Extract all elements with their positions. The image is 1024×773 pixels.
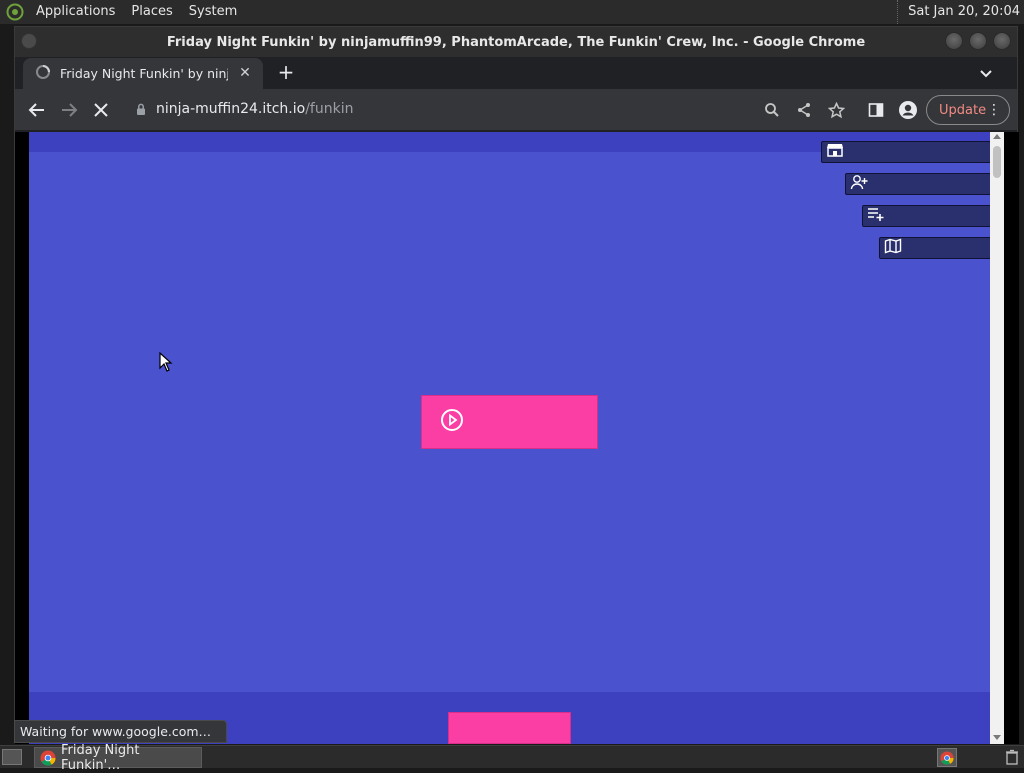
follow-button[interactable] [845,173,991,195]
trash-icon[interactable] [1005,749,1019,765]
clock[interactable]: Sat Jan 20, 20:04 [897,0,1020,24]
scroll-up-arrow-icon[interactable] [993,134,1001,139]
devlog-icon [884,238,902,258]
zoom-search-icon[interactable] [762,100,782,120]
maximize-button[interactable] [969,32,987,50]
profile-avatar-icon[interactable] [898,100,918,120]
tab-active[interactable]: Friday Night Funkin' by ninjamuffin99 ✕ [23,58,263,89]
tab-loading-icon [35,64,51,83]
forward-arrow-icon[interactable] [59,100,79,120]
tab-title: Friday Night Funkin' by ninjamuffin99 [60,66,228,81]
tab-close-icon[interactable]: ✕ [237,65,253,81]
window-menu-button[interactable] [21,33,37,49]
window-title: Friday Night Funkin' by ninjamuffin99, P… [166,34,866,50]
close-window-button[interactable] [993,32,1011,50]
taskbar-task-label: Friday Night Funkin'… [61,742,140,773]
address-bar[interactable]: ninja-muffin24.itch.io/funkin [125,94,795,126]
devlog-button[interactable] [879,237,991,259]
vertical-scrollbar[interactable] [990,132,1004,744]
page-viewport[interactable] [15,132,1019,744]
side-panel-icon[interactable] [866,100,886,120]
chrome-window: Friday Night Funkin' by ninjamuffin99, P… [14,26,1019,744]
new-tab-button[interactable]: + [275,62,297,84]
add-to-collection-button[interactable] [862,205,991,227]
stop-loading-icon[interactable] [91,100,111,120]
run-game-button[interactable] [421,395,598,449]
back-arrow-icon[interactable] [27,100,47,120]
status-bubble: Waiting for www.google.com… [14,720,227,743]
add-to-collection-icon [867,206,885,226]
window-titlebar[interactable]: Friday Night Funkin' by ninjamuffin99, P… [15,27,1017,57]
applications-menu[interactable]: Applications [28,0,123,24]
top-panel: Applications Places System Sat Jan 20, 2… [0,0,1024,24]
update-label: Update [939,102,987,118]
system-menu[interactable]: System [181,0,245,24]
scroll-down-arrow-icon[interactable] [993,735,1001,740]
tab-strip: Friday Night Funkin' by ninjamuffin99 ✕ … [15,57,1017,89]
chrome-menu-icon[interactable]: ⋮ [987,101,1001,119]
places-menu[interactable]: Places [123,0,180,24]
play-circle-icon [440,408,464,436]
url-path: /funkin [305,101,354,117]
store-button[interactable] [821,141,991,163]
scrollbar-thumb[interactable] [993,146,1001,178]
lock-icon[interactable] [136,103,146,120]
chrome-icon [40,750,56,770]
store-icon [826,142,844,162]
pink-button-partial[interactable] [448,712,571,744]
show-desktop-icon[interactable] [2,749,22,765]
window-controls [945,32,1011,50]
url-text[interactable]: ninja-muffin24.itch.io/funkin [156,101,353,117]
mouse-cursor-icon [159,351,173,376]
url-host: ninja-muffin24.itch.io [156,101,306,117]
update-button[interactable]: Update ⋮ [926,95,1010,125]
distro-logo-icon[interactable] [4,1,26,23]
browser-toolbar: ninja-muffin24.itch.io/funkin Update ⋮ [15,89,1017,131]
follow-icon [850,174,868,194]
bottom-taskbar: Friday Night Funkin'… [0,743,1024,773]
tray-chrome-icon[interactable] [937,748,957,767]
taskbar-chrome-window[interactable]: Friday Night Funkin'… [34,743,202,773]
tab-search-chevron-icon[interactable] [977,64,995,82]
minimize-button[interactable] [945,32,963,50]
bookmark-star-icon[interactable] [826,100,846,120]
share-icon[interactable] [794,100,814,120]
